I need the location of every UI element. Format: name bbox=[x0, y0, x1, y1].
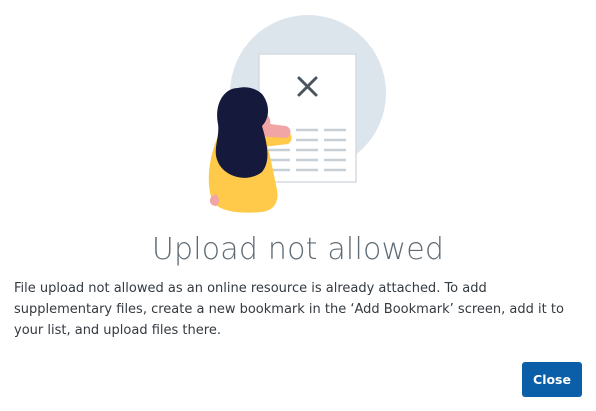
hair bbox=[215, 87, 268, 178]
dialog-title: Upload not allowed bbox=[151, 232, 445, 267]
upload-not-allowed-dialog: Upload not allowed File upload not allow… bbox=[0, 0, 596, 411]
document-icon bbox=[258, 53, 357, 183]
document-rejected-illustration bbox=[208, 15, 386, 213]
close-button[interactable]: Close bbox=[522, 362, 582, 397]
dialog-message: File upload not allowed as an online res… bbox=[14, 281, 564, 338]
